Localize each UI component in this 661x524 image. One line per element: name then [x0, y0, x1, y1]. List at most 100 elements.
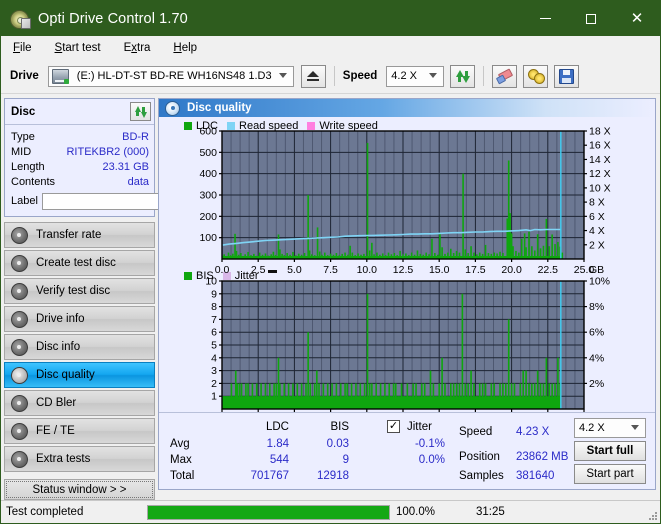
sidebar-item-drive-info[interactable]: Drive info: [4, 306, 155, 332]
nav-list: Transfer rate Create test disc Verify te…: [4, 222, 155, 472]
disc-row-mid: MID RITEKBR2 (000): [11, 144, 149, 159]
maximize-button[interactable]: [568, 1, 614, 36]
sidebar-item-verify-test-disc[interactable]: Verify test disc: [4, 278, 155, 304]
start-full-button[interactable]: Start full: [574, 441, 646, 461]
panel-title: Disc quality: [187, 102, 252, 114]
jitter-label: Jitter: [407, 421, 432, 433]
stats-row-label-avg: Avg: [170, 438, 190, 450]
speed-select[interactable]: 4.2 X: [386, 66, 444, 87]
minimize-button[interactable]: [522, 1, 568, 36]
disc-icon: [11, 367, 28, 384]
svg-text:12.5: 12.5: [393, 264, 414, 276]
sidebar-item-label: Transfer rate: [36, 229, 101, 241]
progress-fill: [148, 506, 389, 519]
svg-text:7.5: 7.5: [323, 264, 338, 276]
stats-jitter-avg: -0.1%: [387, 438, 445, 450]
disc-row-type: Type BD-R: [11, 129, 149, 144]
refresh-speed-button[interactable]: [450, 65, 475, 88]
speed-select-value: 4.2 X: [387, 70, 417, 82]
app-disc-icon: [10, 9, 30, 29]
stats-ldc-total: 701767: [219, 470, 289, 482]
disc-icon: [11, 311, 28, 328]
main-body: Disc Type BD-R: [1, 94, 660, 492]
status-window-button[interactable]: Status window > >: [4, 479, 155, 500]
menu-file[interactable]: File: [11, 39, 43, 57]
disc-icon: [11, 395, 28, 412]
start-part-label: Start part: [586, 468, 633, 480]
check-icon: ✓: [389, 421, 398, 432]
svg-text:18 X: 18 X: [589, 126, 611, 138]
disc-icon: [11, 451, 28, 468]
sidebar-item-fe-te[interactable]: FE / TE: [4, 418, 155, 444]
settings-gears-icon: [528, 69, 544, 83]
disc-panel-title: Disc: [11, 106, 35, 118]
eject-icon: [307, 71, 319, 77]
toolbar-separator: [334, 66, 335, 86]
stats-samples-value: 381640: [516, 470, 554, 482]
svg-text:100: 100: [199, 232, 217, 244]
menu-help[interactable]: Help: [171, 39, 208, 57]
svg-text:9: 9: [211, 288, 217, 300]
svg-text:6%: 6%: [589, 327, 604, 339]
stats-col-header-ldc: LDC: [239, 421, 289, 433]
main-panel: Disc quality LDC Read speed Write speed: [158, 94, 660, 492]
stats-position-value: 23862 MB: [516, 451, 568, 463]
svg-text:5: 5: [211, 340, 217, 352]
settings-button[interactable]: [523, 65, 548, 88]
toolbar-separator-2: [483, 66, 484, 86]
svg-text:600: 600: [199, 126, 217, 138]
status-window-label: Status window > >: [33, 484, 127, 496]
svg-text:10: 10: [205, 276, 217, 288]
sidebar-item-label: Verify test disc: [36, 285, 110, 297]
refresh-icon: [135, 106, 147, 118]
svg-text:10%: 10%: [589, 276, 610, 288]
svg-text:10 X: 10 X: [589, 182, 611, 194]
eraser-icon: [497, 69, 513, 83]
disc-quality-icon: [165, 101, 180, 116]
progress-bar: [147, 505, 390, 520]
disc-quality-panel: Disc quality LDC Read speed Write speed: [158, 98, 656, 490]
eject-button[interactable]: [301, 65, 326, 88]
refresh-icon: [456, 70, 470, 83]
sidebar: Disc Type BD-R: [1, 94, 158, 492]
sidebar-item-disc-info[interactable]: Disc info: [4, 334, 155, 360]
drive-select[interactable]: (E:) HL-DT-ST BD-RE WH16NS48 1.D3: [48, 66, 294, 87]
jitter-checkbox[interactable]: ✓: [387, 420, 400, 433]
start-part-button[interactable]: Start part: [574, 464, 646, 484]
menu-start-test[interactable]: Start test: [53, 39, 112, 57]
disc-panel-header: Disc: [5, 99, 154, 125]
svg-text:15.0: 15.0: [429, 264, 450, 276]
sidebar-item-cd-bler[interactable]: CD Bler: [4, 390, 155, 416]
disc-label-caption: Label: [11, 195, 38, 207]
resize-grip[interactable]: [647, 510, 657, 520]
disc-info-rows: Type BD-R MID RITEKBR2 (000) Length 23.3…: [5, 125, 154, 216]
charts-area: LDC Read speed Write speed BIS Jitter: [159, 117, 655, 412]
chevron-down-icon: [279, 73, 287, 78]
erase-button[interactable]: [492, 65, 517, 88]
stats-row-label-max: Max: [170, 454, 192, 466]
svg-text:500: 500: [199, 147, 217, 159]
result-speed-value: 4.2 X: [575, 422, 605, 434]
svg-text:200: 200: [199, 211, 217, 223]
menu-extra[interactable]: Extra: [122, 39, 162, 57]
sidebar-item-transfer-rate[interactable]: Transfer rate: [4, 222, 155, 248]
sidebar-item-disc-quality[interactable]: Disc quality: [4, 362, 155, 388]
result-speed-select[interactable]: 4.2 X: [574, 418, 646, 438]
speed-label: Speed: [343, 70, 378, 82]
sidebar-item-label: CD Bler: [36, 397, 76, 409]
save-button[interactable]: [554, 65, 579, 88]
sidebar-item-create-test-disc[interactable]: Create test disc: [4, 250, 155, 276]
svg-text:0.0: 0.0: [215, 264, 230, 276]
drive-label: Drive: [10, 70, 39, 82]
sidebar-item-extra-tests[interactable]: Extra tests: [4, 446, 155, 472]
svg-text:400: 400: [199, 168, 217, 180]
disc-refresh-button[interactable]: [130, 102, 151, 121]
stats-ldc-max: 544: [239, 454, 289, 466]
disc-row-value: data: [128, 176, 149, 188]
menu-bar: File Start test Extra Help: [1, 36, 660, 59]
chevron-down-icon: [631, 425, 639, 430]
disc-icon: [11, 283, 28, 300]
svg-text:4: 4: [211, 352, 217, 364]
jitter-checkbox-row[interactable]: ✓ Jitter: [387, 420, 432, 433]
close-button[interactable]: ✕: [614, 1, 660, 36]
